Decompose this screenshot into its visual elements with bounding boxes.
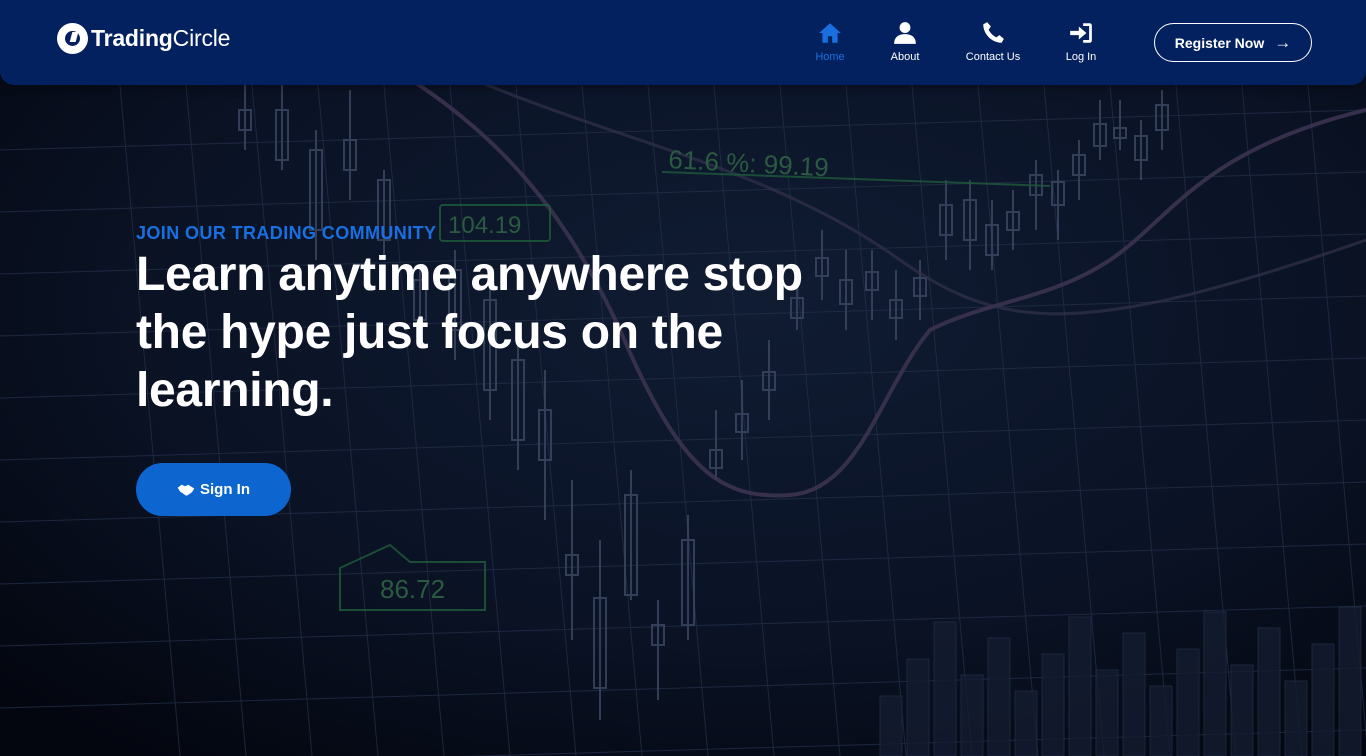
bg-volume-bar [1284,680,1308,756]
bg-volume-bar [1338,606,1362,756]
bg-volume-bar [960,674,984,756]
bg-price-label-1: 104.19 [448,212,521,239]
bg-price-label-2: 86.72 [380,574,445,604]
nav-contact[interactable]: Contact Us [961,20,1025,63]
bg-volume-bar [906,658,930,756]
login-icon [1070,23,1092,43]
nav-login[interactable]: Log In [1060,20,1102,63]
nav-login-label: Log In [1065,51,1097,63]
nav-home-label: Home [815,51,845,63]
bg-volume-bar [879,695,903,756]
hero-eyebrow: JOIN OUR TRADING COMMUNITY [136,223,437,243]
nav-home[interactable]: Home [808,20,852,63]
sign-in-label: Sign In [200,481,250,498]
bg-volume-bar [987,637,1011,756]
brand-name-bold: Trading [91,25,173,51]
register-now-button[interactable]: Register Now → [1154,23,1312,62]
home-icon [819,23,841,43]
nav-about-label: About [890,51,920,63]
phone-icon [983,22,1004,43]
bg-volume-bar [1203,611,1227,756]
bg-volume-bar [1122,632,1146,756]
bg-volume-bar [1014,690,1038,756]
register-now-label: Register Now [1174,34,1265,51]
brand-name-light: Circle [172,25,231,51]
bg-volume-bar [1257,627,1281,756]
brand-logo[interactable]: TradingCircle [57,23,230,54]
navbar: TradingCircle Home About Contact Us Log … [0,0,1366,85]
bg-volume-bar [933,621,957,756]
sign-in-button[interactable]: Sign In [136,463,291,516]
user-icon [894,22,916,44]
nav-about[interactable]: About [883,20,927,63]
bg-volume-bar [1311,643,1335,756]
bg-volume-bar [1230,664,1254,756]
bg-volume-bar [1068,616,1092,756]
bg-volume-bar [1149,685,1173,756]
bg-volume-bar [1095,669,1119,756]
arrow-right-icon: → [1274,33,1292,52]
bg-volume-bar [1041,653,1065,756]
nav-contact-label: Contact Us [965,51,1021,63]
brand-name: TradingCircle [91,25,230,52]
hero-headline: Learn anytime anywhere stop the hype jus… [136,248,803,417]
handshake-icon [177,484,195,496]
bg-volume-bar [1176,648,1200,756]
logo-icon [57,23,88,54]
